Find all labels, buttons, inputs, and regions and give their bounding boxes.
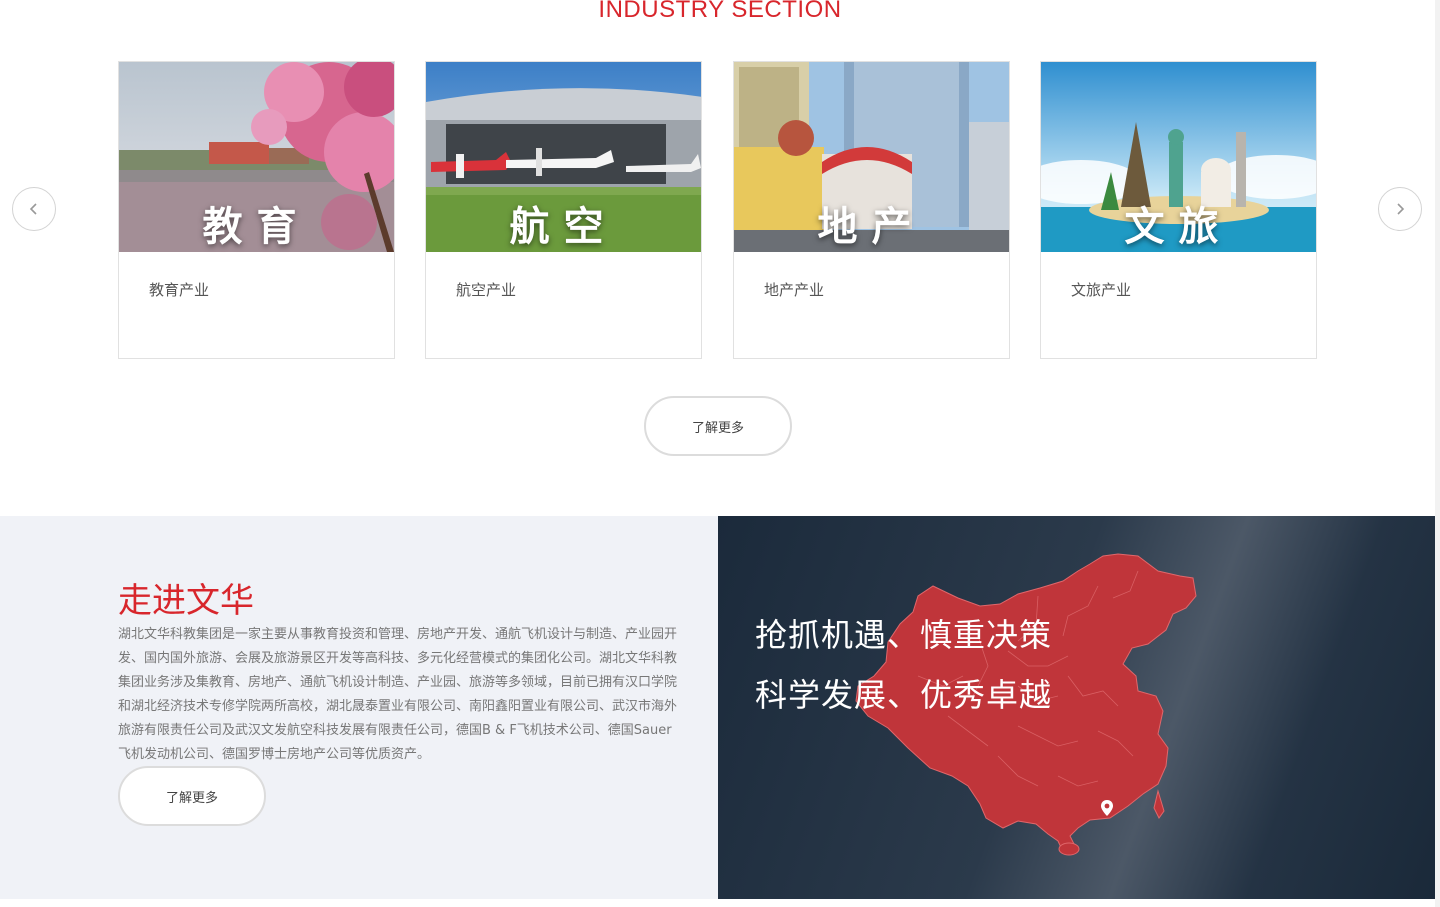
card-caption: 地产产业: [764, 281, 825, 299]
carousel-prev-button[interactable]: [12, 187, 56, 231]
card-caption: 航空产业: [456, 281, 517, 299]
card-caption: 教育产业: [149, 281, 210, 299]
about-description: 湖北文华科教集团是一家主要从事教育投资和管理、房地产开发、通航飞机设计与制造、产…: [118, 627, 678, 762]
about-more-button[interactable]: 了解更多: [118, 766, 266, 826]
page-edge: [1435, 0, 1440, 907]
slogan-line-2: 科学发展、优秀卓越: [755, 676, 1053, 714]
chevron-right-icon: [1397, 203, 1405, 215]
card-overlay-title: 地产: [817, 204, 926, 250]
card-overlay-title: 文旅: [1124, 204, 1233, 250]
card-overlay-title: 教育: [202, 204, 311, 250]
about-section: 走进文华 湖北文华科教集团是一家主要从事教育投资和管理、房地产开发、通航飞机设计…: [0, 516, 718, 899]
section-title: INDUSTRY SECTION: [598, 0, 842, 23]
industry-more-button[interactable]: 了解更多: [644, 396, 792, 456]
industry-card-tourism[interactable]: 文旅 文旅产业: [1040, 61, 1317, 359]
slogan-line-1: 抢抓机遇、慎重决策: [755, 616, 1053, 654]
card-overlay-title: 航空: [509, 204, 618, 250]
card-caption: 文旅产业: [1071, 281, 1132, 299]
location-pin-icon: [1101, 800, 1113, 816]
carousel-next-button[interactable]: [1378, 187, 1422, 231]
slogan-panel: 抢抓机遇、慎重决策 科学发展、优秀卓越: [718, 516, 1435, 899]
industry-card-aviation[interactable]: 航空 航空产业: [425, 61, 702, 359]
chevron-left-icon: [29, 203, 37, 215]
industry-card-real-estate[interactable]: 地产 地产产业: [733, 61, 1010, 359]
industry-card-education[interactable]: 教育 教育产业: [118, 61, 395, 359]
about-title: 走进文华: [118, 581, 254, 621]
